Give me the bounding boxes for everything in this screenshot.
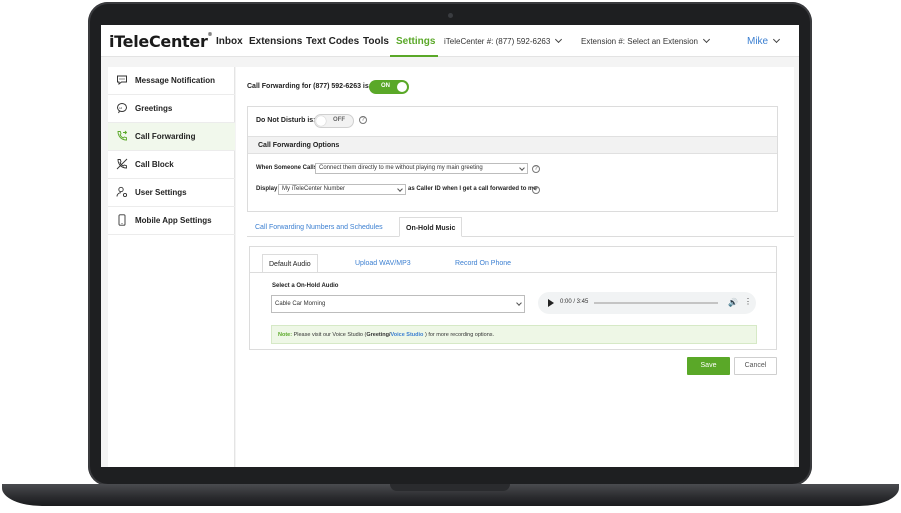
settings-sidebar: Message Notification Hi Greetings Call F… xyxy=(108,67,235,467)
webcam xyxy=(448,13,453,18)
extension-select-label: Extension #: Select an Extension xyxy=(581,37,698,46)
options-header-title: Call Forwarding Options xyxy=(258,142,340,149)
top-navigation: iTeleCenter® Inbox Extensions Text Codes… xyxy=(101,25,799,57)
chat-bubble-icon xyxy=(117,75,127,86)
laptop-notch xyxy=(390,484,510,491)
svg-text:Hi: Hi xyxy=(119,106,122,110)
mobile-phone-icon xyxy=(118,214,126,226)
chevron-down-icon xyxy=(702,35,711,44)
sidebar-item-label: Mobile App Settings xyxy=(135,216,212,225)
sidebar-item-mobile-app-settings[interactable]: Mobile App Settings xyxy=(108,207,235,235)
toggle-state-text: OFF xyxy=(333,117,345,123)
when-someone-calls-label: When Someone Calls xyxy=(256,165,318,171)
on-hold-audio-label: Select a On-Hold Audio xyxy=(272,283,339,289)
when-someone-calls-select[interactable]: Connect them directly to me without play… xyxy=(315,163,528,174)
forwarding-options-panel: Do Not Disturb is: OFF ? Call Forwarding… xyxy=(247,106,778,212)
note-prefix: Note: xyxy=(278,332,293,338)
help-icon[interactable]: ? xyxy=(359,116,367,124)
select-value: Connect them directly to me without play… xyxy=(319,165,483,171)
app-screen: iTeleCenter® Inbox Extensions Text Codes… xyxy=(101,25,799,467)
audio-time: 0:00 / 3:45 xyxy=(560,299,589,305)
nav-tools[interactable]: Tools xyxy=(363,36,389,47)
display-label: Display xyxy=(256,186,278,192)
tab-on-hold-music[interactable]: On-Hold Music xyxy=(399,217,463,237)
nav-extensions[interactable]: Extensions xyxy=(249,36,302,47)
tab-default-audio[interactable]: Default Audio xyxy=(262,254,318,273)
call-forwarding-toggle[interactable]: ON xyxy=(369,80,409,94)
help-icon[interactable]: ? xyxy=(532,165,540,173)
note-text-1: Please visit our Voice Studio ( xyxy=(293,332,367,338)
voice-studio-link[interactable]: Voice Studio xyxy=(391,332,424,338)
call-forwarding-label: Call Forwarding for (877) 592-6263 is: xyxy=(247,83,372,90)
sidebar-item-greetings[interactable]: Hi Greetings xyxy=(108,95,235,123)
tab-call-forwarding-numbers[interactable]: Call Forwarding Numbers and Schedules xyxy=(255,217,383,237)
sidebar-item-label: Message Notification xyxy=(135,76,216,85)
nav-active-indicator xyxy=(390,55,438,57)
note-greeting: Greeting xyxy=(366,332,389,338)
toggle-state-text: ON xyxy=(381,83,390,89)
chevron-down-icon xyxy=(519,165,525,171)
select-value: My iTeleCenter Number xyxy=(282,186,346,192)
nav-text-codes[interactable]: Text Codes xyxy=(306,36,359,47)
audio-seek-bar[interactable] xyxy=(594,302,718,304)
audio-player: 0:00 / 3:45 🔊 ⋮ xyxy=(538,292,756,314)
dnd-toggle[interactable]: OFF xyxy=(314,114,354,128)
chevron-down-icon xyxy=(773,35,781,44)
play-icon[interactable] xyxy=(548,299,554,307)
tab-divider xyxy=(250,272,776,273)
user-menu[interactable]: Mike xyxy=(747,35,781,47)
select-value: Cable Car Morning xyxy=(275,301,326,307)
toggle-knob xyxy=(397,82,407,92)
sidebar-item-label: Call Block xyxy=(135,160,174,169)
note-text-2: ) for more recording options. xyxy=(424,332,495,338)
chevron-down-icon xyxy=(516,300,522,306)
more-options-icon[interactable]: ⋮ xyxy=(744,298,752,306)
sidebar-item-label: Call Forwarding xyxy=(135,132,196,141)
sidebar-item-call-block[interactable]: Call Block xyxy=(108,151,235,179)
sidebar-item-label: Greetings xyxy=(135,104,173,113)
greeting-bubble-icon: Hi xyxy=(117,103,127,114)
dnd-label: Do Not Disturb is: xyxy=(256,117,316,124)
sidebar-item-message-notification[interactable]: Message Notification xyxy=(108,67,235,95)
main-content: Call Forwarding for (877) 592-6263 is: O… xyxy=(236,67,794,467)
on-hold-music-panel: Default Audio Upload WAV/MP3 Record On P… xyxy=(249,246,777,350)
number-select-label: iTeleCenter #: (877) 592-6263 xyxy=(444,37,551,46)
sidebar-item-label: User Settings xyxy=(135,188,187,197)
nav-settings[interactable]: Settings xyxy=(396,36,435,47)
sidebar-item-call-forwarding[interactable]: Call Forwarding xyxy=(108,123,235,151)
nav-inbox[interactable]: Inbox xyxy=(216,36,243,47)
user-name: Mike xyxy=(747,36,769,47)
display-suffix: as Caller ID when I get a call forwarded… xyxy=(408,186,537,192)
voice-studio-note: Note: Please visit our Voice Studio (Gre… xyxy=(271,325,757,344)
laptop-frame: iTeleCenter® Inbox Extensions Text Codes… xyxy=(0,0,901,513)
primary-tabs: Call Forwarding Numbers and Schedules On… xyxy=(247,217,794,237)
phone-forward-icon xyxy=(117,130,128,141)
save-button[interactable]: Save xyxy=(687,357,730,375)
extension-select[interactable]: Extension #: Select an Extension xyxy=(581,35,711,46)
chevron-down-icon xyxy=(397,186,403,192)
cancel-button[interactable]: Cancel xyxy=(734,357,777,375)
help-icon[interactable]: ? xyxy=(532,186,540,194)
volume-icon[interactable]: 🔊 xyxy=(728,299,738,307)
display-caller-id-select[interactable]: My iTeleCenter Number xyxy=(278,184,406,195)
number-select[interactable]: iTeleCenter #: (877) 592-6263 xyxy=(444,35,563,46)
chevron-down-icon xyxy=(555,35,563,44)
options-header: Call Forwarding Options xyxy=(248,136,777,154)
sidebar-item-user-settings[interactable]: User Settings xyxy=(108,179,235,207)
on-hold-audio-select[interactable]: Cable Car Morning xyxy=(271,295,525,313)
toggle-knob xyxy=(316,116,326,126)
phone-block-icon xyxy=(116,158,128,170)
tab-record-on-phone[interactable]: Record On Phone xyxy=(455,254,511,273)
user-gear-icon xyxy=(116,186,128,198)
logo[interactable]: iTeleCenter® xyxy=(109,32,213,51)
tab-upload-wav-mp3[interactable]: Upload WAV/MP3 xyxy=(355,254,411,273)
